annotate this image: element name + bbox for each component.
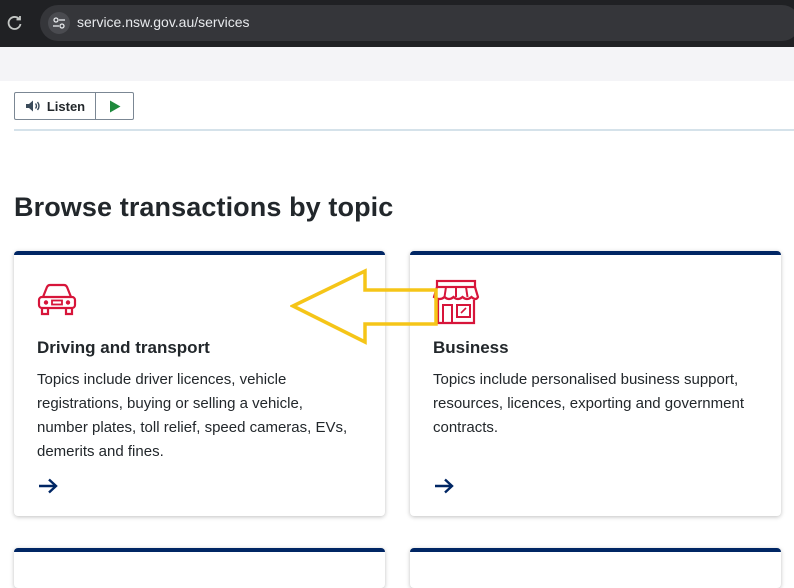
car-icon: [37, 283, 77, 316]
annotation-arrow-icon: [290, 268, 438, 345]
header-band: [0, 47, 794, 81]
arrow-right-icon[interactable]: [37, 477, 59, 495]
listen-widget: Listen: [14, 92, 134, 120]
card-description: Topics include personalised business sup…: [433, 371, 745, 436]
speaker-icon: [25, 100, 40, 112]
play-button[interactable]: [96, 93, 133, 119]
page-title: Browse transactions by topic: [14, 192, 394, 222]
address-bar[interactable]: service.nsw.gov.au/services: [40, 5, 794, 41]
card-business[interactable]: Business Topics include personalised bus…: [410, 251, 781, 516]
arrow-right-icon[interactable]: [433, 477, 455, 495]
card-next-row-right[interactable]: [410, 548, 781, 588]
reload-icon[interactable]: [6, 14, 24, 32]
card-description: Topics include driver licences, vehicle …: [37, 371, 348, 460]
section-divider: [14, 129, 794, 131]
browser-toolbar: service.nsw.gov.au/services: [0, 0, 794, 47]
listen-button[interactable]: Listen: [15, 93, 96, 119]
listen-label: Listen: [46, 98, 86, 114]
card-next-row-left[interactable]: [14, 548, 385, 588]
play-icon: [109, 100, 120, 112]
site-info-icon[interactable]: [48, 12, 70, 34]
card-title[interactable]: Driving and transport: [37, 338, 210, 358]
url-text[interactable]: service.nsw.gov.au/services: [77, 14, 249, 30]
